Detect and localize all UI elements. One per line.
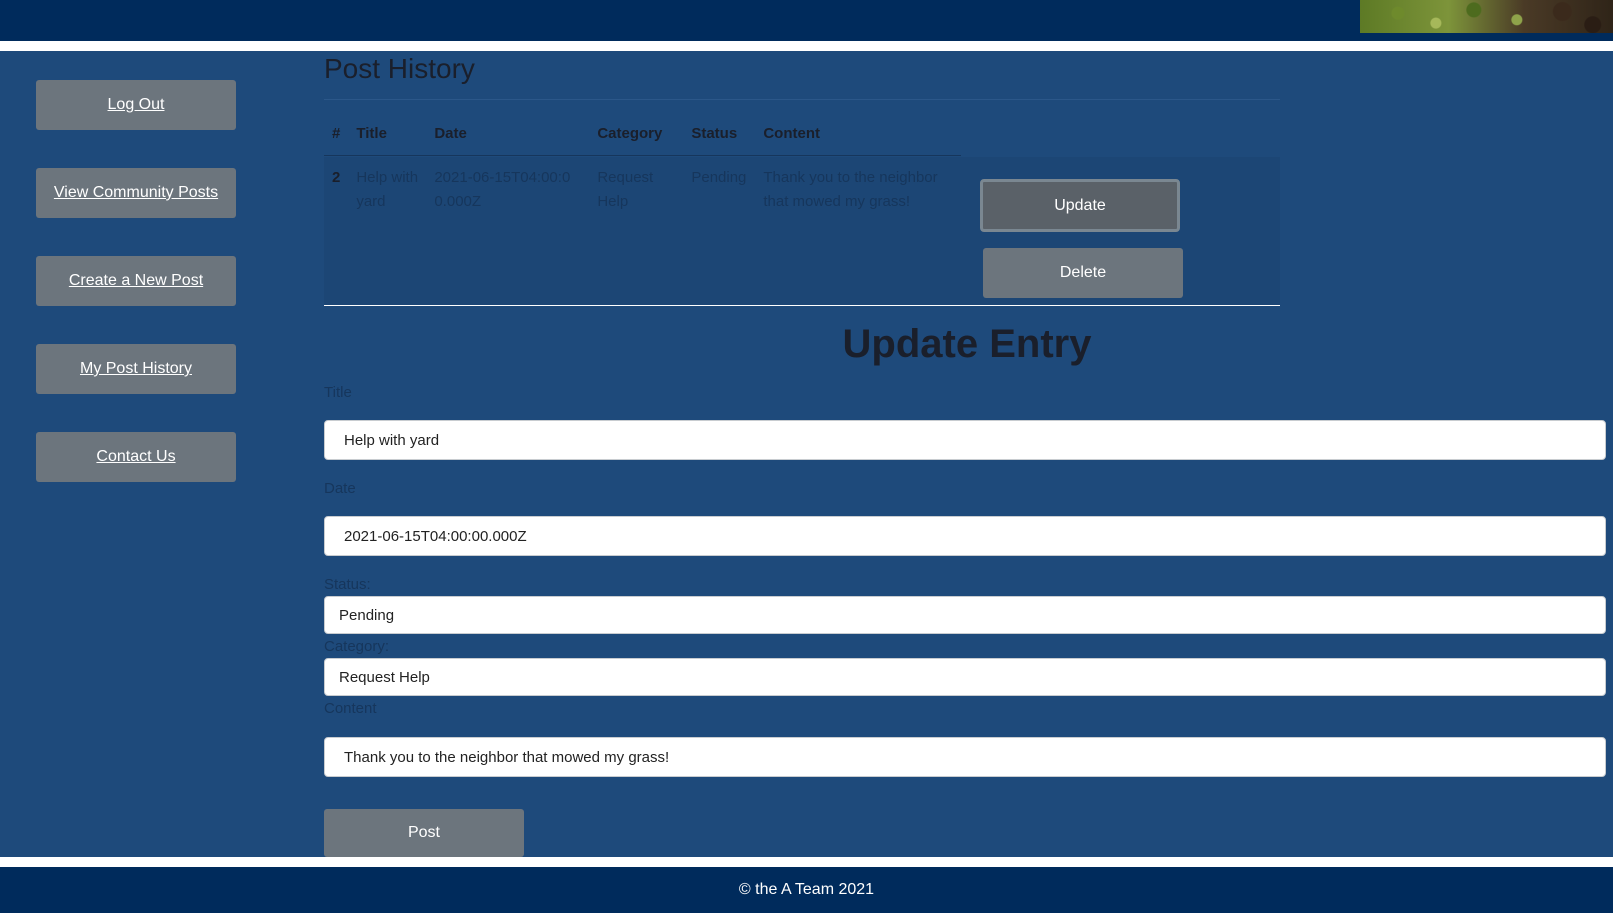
content-input-value: Thank you to the neighbor that mowed my … [344,748,670,766]
cell-status: Pending [691,169,747,186]
delete-button[interactable]: Delete [983,248,1183,298]
contact-us-button[interactable]: Contact Us [36,432,236,482]
table-header-row: # Title Date Category Status Content [324,111,962,156]
column-header-content: Content [755,111,962,156]
column-header-category: Category [589,111,684,156]
create-new-post-button[interactable]: Create a New Post [36,256,236,306]
status-label: Status: [324,576,371,593]
footer-copyright: © the A Team 2021 [738,881,875,898]
category-select[interactable]: Request Help [324,658,1606,696]
cell-number: 2 [332,169,341,186]
update-button[interactable]: Update [980,179,1180,232]
post-button[interactable]: Post [324,809,524,857]
post-history-table: # Title Date Category Status Content 2 H… [324,111,962,225]
category-select-value: Request Help [339,668,430,686]
post-history-title: Post History [324,53,475,84]
column-header-status: Status [683,111,756,156]
content-label: Content [324,700,377,717]
status-select-value: Pending [339,606,395,624]
title-input-value: Help with yard [344,431,440,449]
column-header-number: # [324,111,349,156]
divider [324,99,1280,100]
log-out-button[interactable]: Log Out [36,80,236,130]
table-row: 2 Help with yard 2021-06-15T04:00:00.000… [324,156,961,225]
column-header-date: Date [426,111,590,156]
column-header-title: Title [348,111,427,156]
date-input[interactable]: 2021-06-15T04:00:00.000Z [324,516,1606,556]
cell-content: Thank you to the neighbor that mowed my … [763,169,938,210]
cell-title: Help with yard [356,169,419,210]
update-entry-heading: Update Entry [842,322,1092,366]
cell-date: 2021-06-15T04:00:00.000Z [434,169,571,210]
view-community-posts-button[interactable]: View Community Posts [36,168,236,218]
status-select[interactable]: Pending [324,596,1606,634]
title-label: Title [324,384,352,401]
cell-category: Request Help [597,169,654,210]
table-bottom-divider [324,305,1280,306]
garden-photo-image [1360,0,1613,33]
footer: © the A Team 2021 [0,867,1613,913]
title-input[interactable]: Help with yard [324,420,1606,460]
content-input[interactable]: Thank you to the neighbor that mowed my … [324,737,1606,777]
my-post-history-button[interactable]: My Post History [36,344,236,394]
category-label: Category: [324,638,390,655]
date-input-value: 2021-06-15T04:00:00.000Z [344,527,527,545]
top-bar [0,0,1613,41]
date-label: Date [324,480,356,497]
main-area: Log Out View Community Posts Create a Ne… [0,51,1613,857]
